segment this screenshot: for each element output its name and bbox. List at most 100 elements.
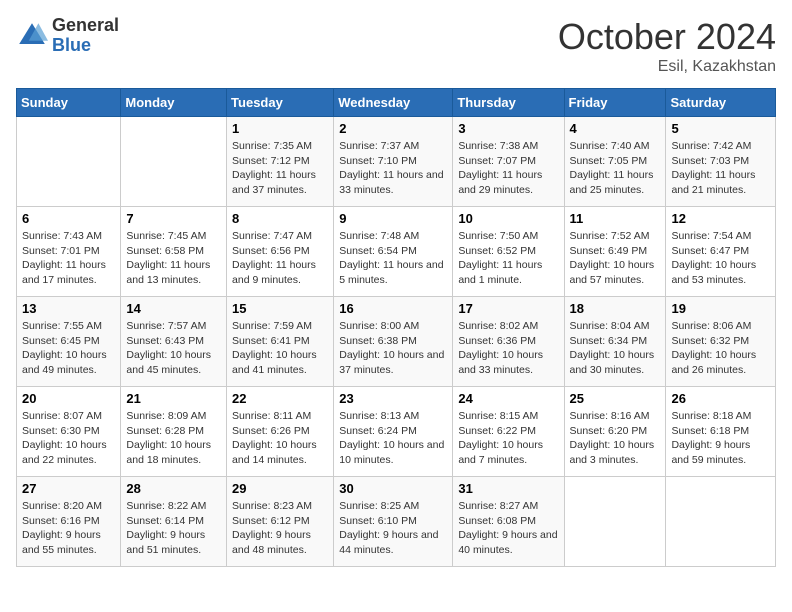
header-saturday: Saturday: [666, 89, 776, 117]
calendar-cell: 15Sunrise: 7:59 AMSunset: 6:41 PMDayligh…: [227, 297, 334, 387]
calendar-cell: 1Sunrise: 7:35 AMSunset: 7:12 PMDaylight…: [227, 117, 334, 207]
header-wednesday: Wednesday: [334, 89, 453, 117]
day-number: 12: [671, 211, 770, 226]
calendar-cell: 9Sunrise: 7:48 AMSunset: 6:54 PMDaylight…: [334, 207, 453, 297]
calendar-cell: 12 Sunrise: 7:54 AMSunset: 6:47 PMDayligh…: [666, 207, 776, 297]
day-number: 19: [671, 301, 770, 316]
calendar-cell: 4 Sunrise: 7:40 AMSunset: 7:05 PMDaylight…: [564, 117, 666, 207]
calendar-cell: [17, 117, 121, 207]
day-number: 26: [671, 391, 770, 406]
day-number: 15: [232, 301, 328, 316]
day-number: 16: [339, 301, 447, 316]
calendar-cell: 28 Sunrise: 8:22 AMSunset: 6:14 PMDayligh…: [121, 477, 227, 567]
calendar-cell: 8 Sunrise: 7:47 AMSunset: 6:56 PMDaylight…: [227, 207, 334, 297]
day-number: 13: [22, 301, 115, 316]
calendar-cell: 10 Sunrise: 7:50 AMSunset: 6:52 PMDayligh…: [453, 207, 564, 297]
day-number: 30: [339, 481, 447, 496]
day-number: 3: [458, 121, 558, 136]
day-number: 11: [570, 211, 661, 226]
calendar-cell: [564, 477, 666, 567]
calendar-cell: 2 Sunrise: 7:37 AMSunset: 7:10 PMDaylight…: [334, 117, 453, 207]
day-number: 29: [232, 481, 328, 496]
day-info: Sunrise: 8:02 AMSunset: 6:36 PMDaylight:…: [458, 319, 558, 378]
day-info: Sunrise: 8:18 AMSunset: 6:18 PMDaylight:…: [671, 409, 770, 468]
week-row-3: 13Sunrise: 7:55 AMSunset: 6:45 PMDayligh…: [17, 297, 776, 387]
day-number: 24: [458, 391, 558, 406]
day-info: Sunrise: 7:47 AMSunset: 6:56 PMDaylight:…: [232, 229, 328, 288]
week-row-4: 20 Sunrise: 8:07 AMSunset: 6:30 PMDayligh…: [17, 387, 776, 477]
day-info: Sunrise: 8:00 AMSunset: 6:38 PMDaylight:…: [339, 319, 447, 378]
day-number: 2: [339, 121, 447, 136]
logo-text: General Blue: [52, 16, 119, 56]
header-monday: Monday: [121, 89, 227, 117]
day-info: Sunrise: 7:52 AMSunset: 6:49 PMDaylight:…: [570, 229, 661, 288]
calendar-cell: 24 Sunrise: 8:15 AMSunset: 6:22 PMDayligh…: [453, 387, 564, 477]
day-info: Sunrise: 8:25 AMSunset: 6:10 PMDaylight:…: [339, 499, 447, 558]
day-info: Sunrise: 8:06 AMSunset: 6:32 PMDaylight:…: [671, 319, 770, 378]
day-info: Sunrise: 7:54 AMSunset: 6:47 PMDaylight:…: [671, 229, 770, 288]
day-info: Sunrise: 8:07 AMSunset: 6:30 PMDaylight:…: [22, 409, 115, 468]
calendar-cell: 29 Sunrise: 8:23 AMSunset: 6:12 PMDayligh…: [227, 477, 334, 567]
day-info: Sunrise: 7:42 AMSunset: 7:03 PMDaylight:…: [671, 139, 770, 198]
day-info: Sunrise: 8:11 AMSunset: 6:26 PMDaylight:…: [232, 409, 328, 468]
day-number: 6: [22, 211, 115, 226]
header-thursday: Thursday: [453, 89, 564, 117]
location-title: Esil, Kazakhstan: [558, 58, 776, 76]
calendar-cell: 30 Sunrise: 8:25 AMSunset: 6:10 PMDayligh…: [334, 477, 453, 567]
day-info: Sunrise: 8:22 AMSunset: 6:14 PMDaylight:…: [126, 499, 221, 558]
calendar-cell: 6 Sunrise: 7:43 AMSunset: 7:01 PMDaylight…: [17, 207, 121, 297]
calendar-cell: 25Sunrise: 8:16 AMSunset: 6:20 PMDayligh…: [564, 387, 666, 477]
week-row-1: 1Sunrise: 7:35 AMSunset: 7:12 PMDaylight…: [17, 117, 776, 207]
header-tuesday: Tuesday: [227, 89, 334, 117]
calendar-cell: 23 Sunrise: 8:13 AMSunset: 6:24 PMDayligh…: [334, 387, 453, 477]
calendar-cell: 19 Sunrise: 8:06 AMSunset: 6:32 PMDayligh…: [666, 297, 776, 387]
day-number: 14: [126, 301, 221, 316]
day-info: Sunrise: 8:20 AMSunset: 6:16 PMDaylight:…: [22, 499, 115, 558]
day-number: 7: [126, 211, 221, 226]
day-info: Sunrise: 7:57 AMSunset: 6:43 PMDaylight:…: [126, 319, 221, 378]
day-number: 28: [126, 481, 221, 496]
calendar-cell: 13Sunrise: 7:55 AMSunset: 6:45 PMDayligh…: [17, 297, 121, 387]
day-info: Sunrise: 8:13 AMSunset: 6:24 PMDaylight:…: [339, 409, 447, 468]
calendar-cell: 27Sunrise: 8:20 AMSunset: 6:16 PMDayligh…: [17, 477, 121, 567]
calendar-cell: 18Sunrise: 8:04 AMSunset: 6:34 PMDayligh…: [564, 297, 666, 387]
day-info: Sunrise: 7:43 AMSunset: 7:01 PMDaylight:…: [22, 229, 115, 288]
day-number: 10: [458, 211, 558, 226]
calendar-cell: 26 Sunrise: 8:18 AMSunset: 6:18 PMDayligh…: [666, 387, 776, 477]
calendar-table: SundayMondayTuesdayWednesdayThursdayFrid…: [16, 88, 776, 567]
page-header: General Blue October 2024 Esil, Kazakhst…: [16, 16, 776, 76]
day-number: 8: [232, 211, 328, 226]
calendar-cell: 22 Sunrise: 8:11 AMSunset: 6:26 PMDayligh…: [227, 387, 334, 477]
week-row-5: 27Sunrise: 8:20 AMSunset: 6:16 PMDayligh…: [17, 477, 776, 567]
day-info: Sunrise: 8:23 AMSunset: 6:12 PMDaylight:…: [232, 499, 328, 558]
day-number: 4: [570, 121, 661, 136]
day-number: 17: [458, 301, 558, 316]
header-friday: Friday: [564, 89, 666, 117]
week-row-2: 6 Sunrise: 7:43 AMSunset: 7:01 PMDaylight…: [17, 207, 776, 297]
month-title: October 2024: [558, 16, 776, 58]
day-number: 25: [570, 391, 661, 406]
day-number: 31: [458, 481, 558, 496]
day-info: Sunrise: 8:09 AMSunset: 6:28 PMDaylight:…: [126, 409, 221, 468]
day-info: Sunrise: 7:50 AMSunset: 6:52 PMDaylight:…: [458, 229, 558, 288]
logo-general: General: [52, 16, 119, 36]
calendar-cell: 3Sunrise: 7:38 AMSunset: 7:07 PMDaylight…: [453, 117, 564, 207]
calendar-cell: 5Sunrise: 7:42 AMSunset: 7:03 PMDaylight…: [666, 117, 776, 207]
day-number: 1: [232, 121, 328, 136]
calendar-cell: 11 Sunrise: 7:52 AMSunset: 6:49 PMDayligh…: [564, 207, 666, 297]
calendar-cell: [121, 117, 227, 207]
calendar-cell: 17 Sunrise: 8:02 AMSunset: 6:36 PMDayligh…: [453, 297, 564, 387]
day-info: Sunrise: 7:45 AMSunset: 6:58 PMDaylight:…: [126, 229, 221, 288]
day-info: Sunrise: 7:40 AMSunset: 7:05 PMDaylight:…: [570, 139, 661, 198]
day-number: 23: [339, 391, 447, 406]
calendar-cell: 20 Sunrise: 8:07 AMSunset: 6:30 PMDayligh…: [17, 387, 121, 477]
day-number: 20: [22, 391, 115, 406]
calendar-cell: [666, 477, 776, 567]
day-info: Sunrise: 7:37 AMSunset: 7:10 PMDaylight:…: [339, 139, 447, 198]
day-info: Sunrise: 8:27 AMSunset: 6:08 PMDaylight:…: [458, 499, 558, 558]
calendar-cell: 7 Sunrise: 7:45 AMSunset: 6:58 PMDaylight…: [121, 207, 227, 297]
calendar-header-row: SundayMondayTuesdayWednesdayThursdayFrid…: [17, 89, 776, 117]
day-info: Sunrise: 8:15 AMSunset: 6:22 PMDaylight:…: [458, 409, 558, 468]
day-number: 22: [232, 391, 328, 406]
title-block: October 2024 Esil, Kazakhstan: [558, 16, 776, 76]
